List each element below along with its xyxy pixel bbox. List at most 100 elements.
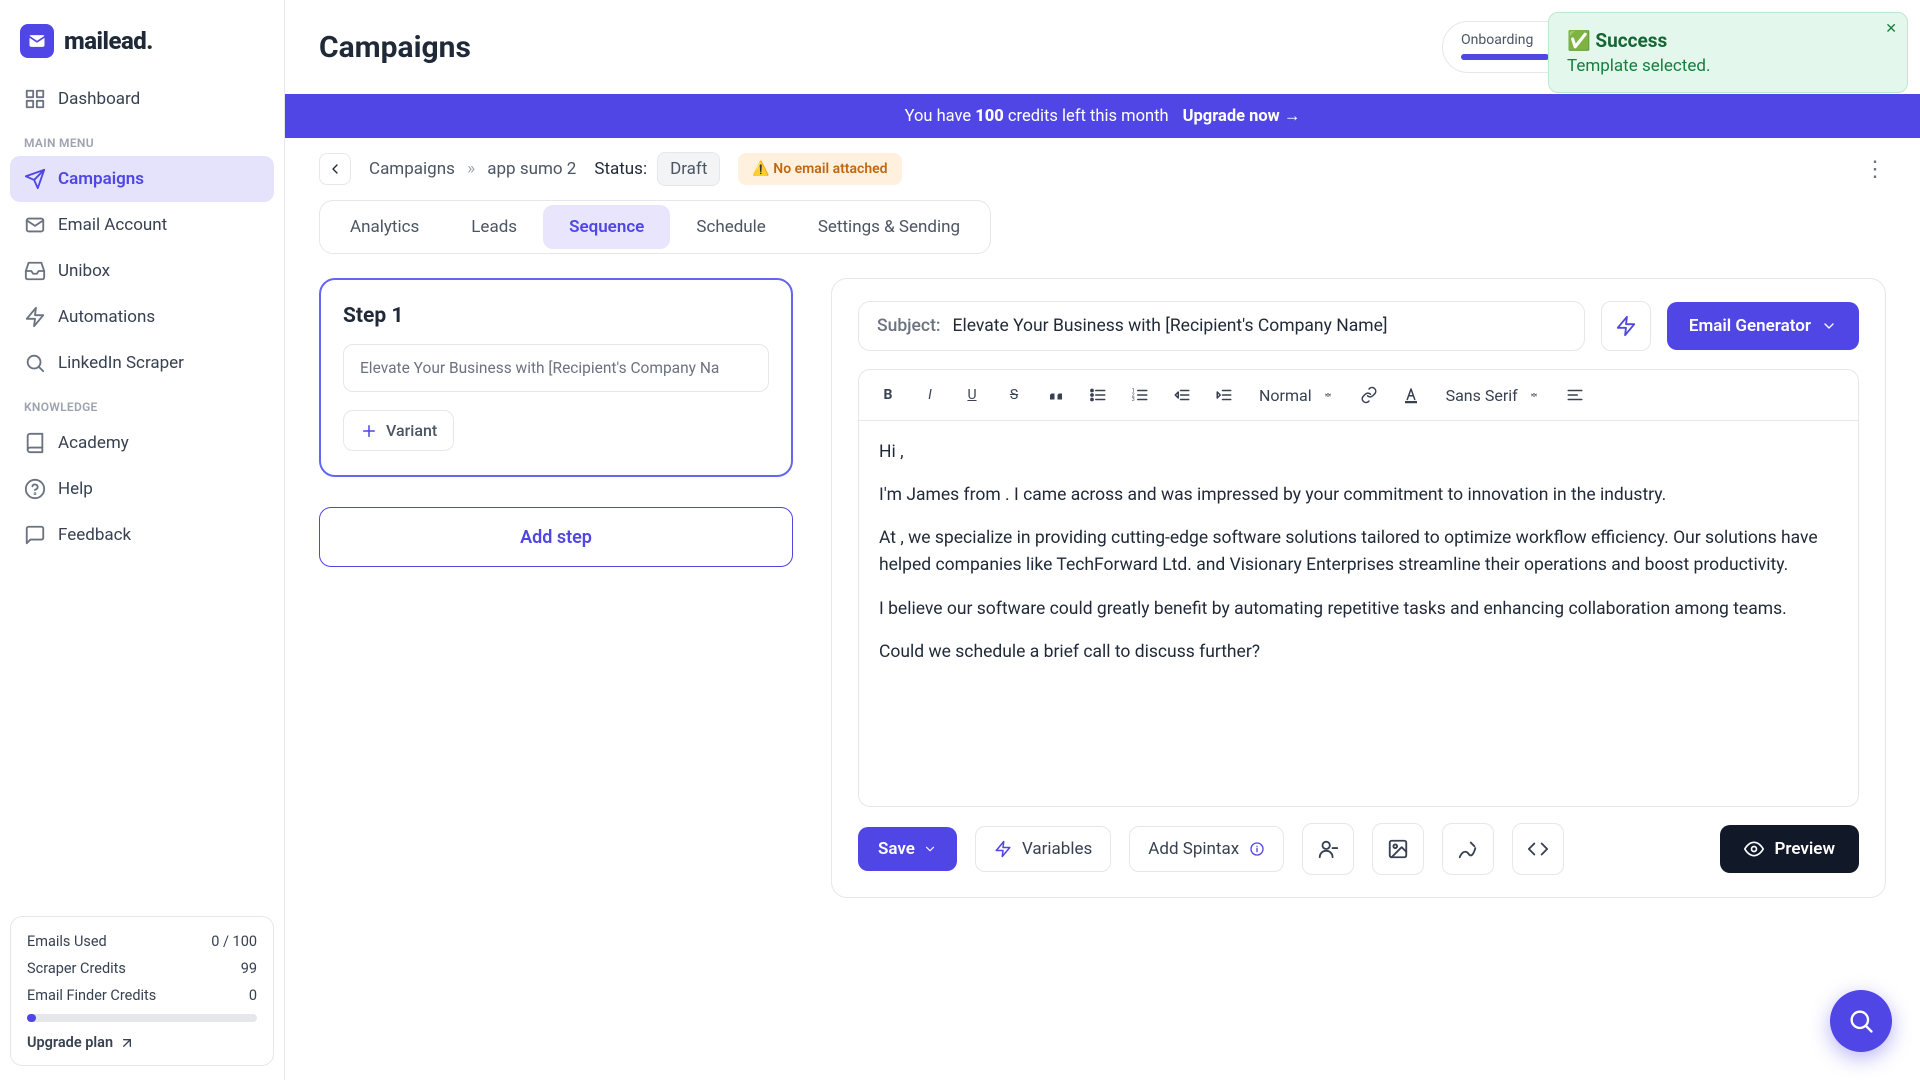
brand-name: mailead. bbox=[64, 27, 153, 55]
align-left-icon bbox=[1566, 386, 1584, 404]
send-icon bbox=[24, 168, 46, 190]
email-body[interactable]: Hi , I'm James from . I came across and … bbox=[858, 421, 1859, 807]
add-spintax-button[interactable]: Add Spintax bbox=[1129, 826, 1284, 872]
tab-analytics[interactable]: Analytics bbox=[324, 205, 445, 249]
ordered-list-button[interactable]: 123 bbox=[1125, 380, 1155, 410]
link-button[interactable] bbox=[1354, 380, 1384, 410]
italic-button[interactable]: I bbox=[915, 380, 945, 410]
message-icon bbox=[24, 524, 46, 546]
quote-icon bbox=[1047, 386, 1065, 404]
bullet-list-button[interactable] bbox=[1083, 380, 1113, 410]
credits-banner: You have 100 credits left this month Upg… bbox=[285, 94, 1920, 138]
sidebar-item-feedback[interactable]: Feedback bbox=[10, 512, 274, 558]
onboarding-label: Onboarding bbox=[1461, 32, 1533, 48]
step-subject-preview[interactable]: Elevate Your Business with [Recipient's … bbox=[343, 344, 769, 392]
text-color-button[interactable] bbox=[1396, 380, 1426, 410]
preview-button[interactable]: Preview bbox=[1720, 825, 1859, 873]
upgrade-plan-link[interactable]: Upgrade plan bbox=[27, 1034, 257, 1051]
eye-icon bbox=[1744, 839, 1764, 859]
body-line: I'm James from . I came across and was i… bbox=[879, 482, 1838, 509]
step-card[interactable]: Step 1 Elevate Your Business with [Recip… bbox=[319, 278, 793, 477]
page-title: Campaigns bbox=[319, 30, 471, 65]
credits-panel: Emails Used0 / 100 Scraper Credits99 Ema… bbox=[10, 916, 274, 1066]
email-generator-button[interactable]: Email Generator bbox=[1667, 302, 1859, 350]
step-title: Step 1 bbox=[343, 304, 769, 328]
outdent-button[interactable] bbox=[1167, 380, 1197, 410]
support-fab[interactable] bbox=[1830, 990, 1892, 1052]
back-button[interactable] bbox=[319, 153, 351, 185]
quote-button[interactable] bbox=[1041, 380, 1071, 410]
sidebar-section-knowledge: KNOWLEDGE bbox=[10, 386, 274, 420]
credits-progress-bar bbox=[27, 1014, 257, 1022]
brand-logo[interactable]: mailead. bbox=[10, 18, 274, 76]
sidebar-item-help[interactable]: Help bbox=[10, 466, 274, 512]
image-icon bbox=[1387, 838, 1409, 860]
body-line: I believe our software could greatly ben… bbox=[879, 596, 1838, 623]
pen-icon bbox=[1457, 838, 1479, 860]
body-line: Hi , bbox=[879, 439, 1838, 466]
sidebar-item-label: Feedback bbox=[58, 525, 131, 545]
breadcrumb: Campaigns » app sumo 2 bbox=[369, 159, 576, 179]
unsubscribe-button[interactable] bbox=[1302, 823, 1354, 875]
ai-suggest-button[interactable] bbox=[1601, 301, 1651, 351]
insert-image-button[interactable] bbox=[1372, 823, 1424, 875]
subject-field[interactable]: Subject: Elevate Your Business with [Rec… bbox=[858, 301, 1585, 351]
status-value[interactable]: Draft bbox=[657, 152, 720, 186]
variables-button[interactable]: Variables bbox=[975, 826, 1111, 872]
no-email-warning[interactable]: ⚠️ No email attached bbox=[738, 153, 901, 185]
underline-button[interactable]: U bbox=[957, 380, 987, 410]
success-toast: ✕ ✅ Success Template selected. bbox=[1548, 12, 1908, 93]
outdent-icon bbox=[1173, 386, 1191, 404]
sidebar-item-unibox[interactable]: Unibox bbox=[10, 248, 274, 294]
sidebar: mailead. Dashboard MAIN MENU Campaigns E… bbox=[0, 0, 285, 1080]
sidebar-item-academy[interactable]: Academy bbox=[10, 420, 274, 466]
tab-settings-sending[interactable]: Settings & Sending bbox=[792, 205, 986, 249]
banner-text: You have 100 credits left this month bbox=[905, 107, 1169, 126]
plus-icon bbox=[360, 422, 378, 440]
bolt-icon bbox=[994, 840, 1012, 858]
upgrade-now-link[interactable]: Upgrade now → bbox=[1183, 107, 1301, 126]
sidebar-item-dashboard[interactable]: Dashboard bbox=[10, 76, 274, 122]
sidebar-item-email-account[interactable]: Email Account bbox=[10, 202, 274, 248]
tab-leads[interactable]: Leads bbox=[445, 205, 543, 249]
indent-button[interactable] bbox=[1209, 380, 1239, 410]
subject-label: Subject: bbox=[877, 316, 941, 336]
heading-select[interactable]: Normal bbox=[1251, 382, 1342, 409]
bold-button[interactable]: B bbox=[873, 380, 903, 410]
breadcrumb-row: Campaigns » app sumo 2 Status: Draft ⚠️ … bbox=[285, 138, 1920, 200]
more-menu-button[interactable]: ⋮ bbox=[1864, 157, 1886, 182]
list-icon bbox=[1089, 386, 1107, 404]
add-variant-button[interactable]: Variant bbox=[343, 410, 454, 451]
sidebar-item-campaigns[interactable]: Campaigns bbox=[10, 156, 274, 202]
sidebar-item-label: Help bbox=[58, 479, 93, 499]
sidebar-section-main: MAIN MENU bbox=[10, 122, 274, 156]
tab-sequence[interactable]: Sequence bbox=[543, 205, 670, 249]
bolt-icon bbox=[1615, 315, 1637, 337]
sidebar-item-linkedin-scraper[interactable]: LinkedIn Scraper bbox=[10, 340, 274, 386]
save-button[interactable]: Save bbox=[858, 827, 957, 871]
strike-button[interactable]: S bbox=[999, 380, 1029, 410]
subject-value: Elevate Your Business with [Recipient's … bbox=[953, 316, 1388, 336]
toast-close-button[interactable]: ✕ bbox=[1885, 21, 1897, 37]
search-icon bbox=[1847, 1007, 1875, 1035]
help-icon bbox=[24, 478, 46, 500]
add-step-button[interactable]: Add step bbox=[319, 507, 793, 567]
logo-mark-icon bbox=[20, 24, 54, 58]
signature-button[interactable] bbox=[1442, 823, 1494, 875]
indent-icon bbox=[1215, 386, 1233, 404]
sidebar-item-label: Automations bbox=[58, 307, 155, 327]
font-select[interactable]: Sans Serif bbox=[1438, 382, 1548, 409]
editor-toolbar: B I U S 123 bbox=[858, 369, 1859, 421]
breadcrumb-root[interactable]: Campaigns bbox=[369, 159, 455, 179]
caret-icon bbox=[1528, 389, 1540, 401]
tab-schedule[interactable]: Schedule bbox=[670, 205, 791, 249]
sidebar-item-automations[interactable]: Automations bbox=[10, 294, 274, 340]
sidebar-item-label: Unibox bbox=[58, 261, 110, 281]
html-button[interactable] bbox=[1512, 823, 1564, 875]
credit-row: Email Finder Credits0 bbox=[27, 987, 257, 1004]
search-icon bbox=[24, 352, 46, 374]
align-button[interactable] bbox=[1560, 380, 1590, 410]
sidebar-item-label: Campaigns bbox=[58, 169, 144, 189]
inbox-icon bbox=[24, 260, 46, 282]
info-icon bbox=[1249, 841, 1265, 857]
